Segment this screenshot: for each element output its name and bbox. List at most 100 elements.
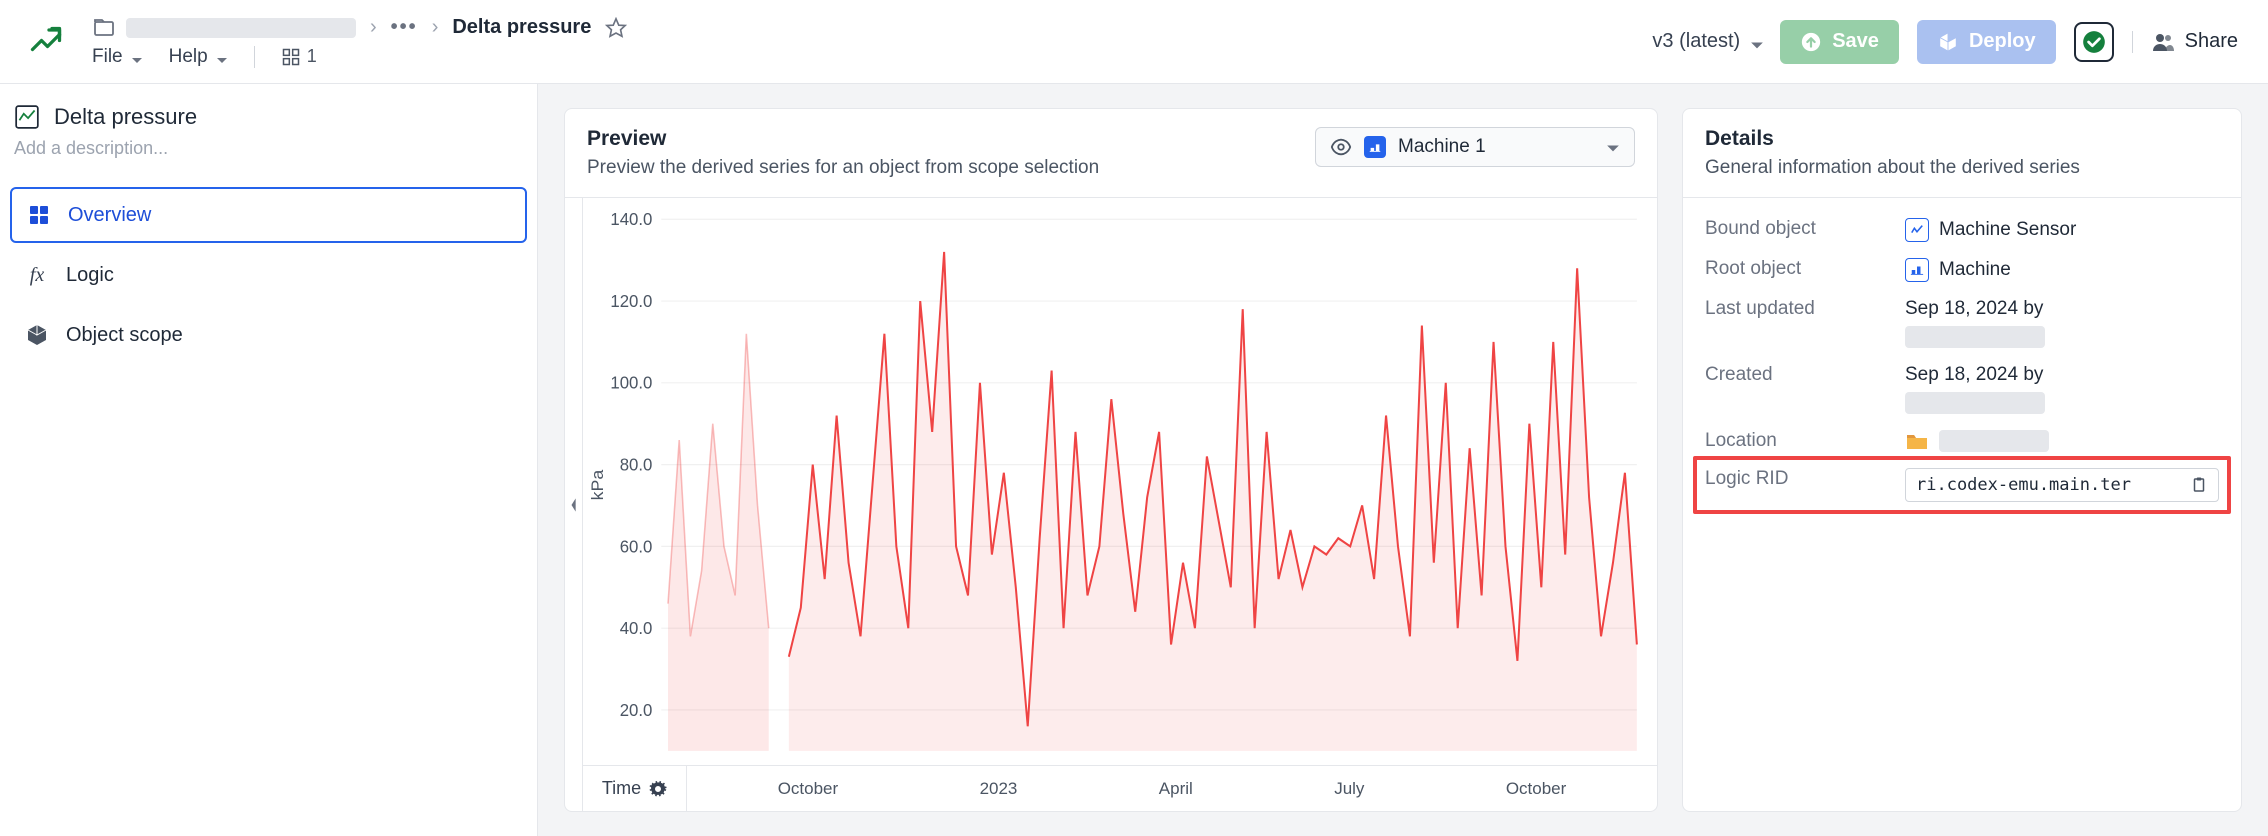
chevron-right-icon: › — [432, 16, 439, 39]
sidebar-item-label: Logic — [66, 264, 114, 287]
last-updated-text: Sep 18, 2024 by — [1905, 298, 2043, 320]
row-created: Created Sep 18, 2024 by — [1705, 364, 2219, 414]
row-logic-rid: Logic RID ri.codex-emu.main.ter — [1693, 456, 2231, 514]
top-bar: › ••• › Delta pressure File Help 1 — [0, 0, 2268, 84]
row-root-object: Root object Machine — [1705, 258, 2219, 282]
x-tick: October — [1506, 779, 1566, 799]
details-rows: Bound object Machine Sensor Root object … — [1683, 198, 2241, 522]
star-icon[interactable] — [605, 17, 627, 39]
svg-text:20.0: 20.0 — [620, 699, 653, 720]
origin-count-value: 1 — [307, 46, 317, 67]
sidebar: Delta pressure Add a description... Over… — [0, 84, 538, 836]
deploy-button[interactable]: Deploy — [1917, 20, 2056, 64]
row-last-updated: Last updated Sep 18, 2024 by — [1705, 298, 2219, 348]
sidebar-item-label: Object scope — [66, 324, 183, 347]
chart-footer: Time October 2023 April July October — [583, 765, 1657, 811]
folder-icon — [1905, 431, 1929, 451]
description-placeholder[interactable]: Add a description... — [0, 134, 537, 177]
cube-icon — [24, 322, 50, 348]
version-selector[interactable]: v3 (latest) — [1652, 30, 1762, 53]
sensor-type-icon — [1905, 218, 1929, 242]
sidebar-item-logic[interactable]: fx Logic — [10, 247, 527, 303]
logic-rid-text: ri.codex-emu.main.ter — [1916, 475, 2180, 495]
status-ok-button[interactable] — [2074, 22, 2114, 62]
details-header: Details General information about the de… — [1683, 109, 2241, 198]
breadcrumb-ellipsis[interactable]: ••• — [391, 16, 418, 39]
breadcrumb-root-redacted — [126, 18, 356, 38]
x-tick: July — [1334, 779, 1364, 799]
folder-icon — [92, 16, 116, 40]
origin-count[interactable]: 1 — [281, 46, 317, 67]
logic-rid-label: Logic RID — [1705, 468, 1885, 490]
chevron-down-icon — [1750, 36, 1762, 48]
preview-subtitle: Preview the derived series for an object… — [587, 157, 1099, 179]
upload-circle-icon — [1800, 31, 1822, 53]
bound-object-label: Bound object — [1705, 218, 1885, 240]
clipboard-icon[interactable] — [2190, 475, 2208, 495]
version-label: v3 (latest) — [1652, 30, 1740, 53]
chevron-down-icon — [131, 51, 143, 63]
chevron-down-icon — [1606, 140, 1620, 154]
scope-value: Machine 1 — [1398, 136, 1486, 158]
svg-text:80.0: 80.0 — [620, 454, 653, 475]
root-object-value[interactable]: Machine — [1905, 258, 2219, 282]
svg-text:60.0: 60.0 — [620, 536, 653, 557]
root-object-text: Machine — [1939, 259, 2011, 281]
row-bound-object: Bound object Machine Sensor — [1705, 218, 2219, 242]
svg-text:120.0: 120.0 — [610, 291, 652, 312]
people-icon — [2151, 30, 2175, 54]
file-menu-label: File — [92, 46, 123, 68]
check-circle-icon — [2081, 29, 2107, 55]
created-value: Sep 18, 2024 by — [1905, 364, 2219, 414]
last-updated-value: Sep 18, 2024 by — [1905, 298, 2219, 348]
preview-panel: Preview Preview the derived series for a… — [564, 108, 1658, 812]
chart-body: 20.040.060.080.0100.0120.0140.0kPa Time … — [583, 198, 1657, 811]
page-title: Delta pressure — [54, 104, 197, 130]
help-menu[interactable]: Help — [169, 46, 228, 68]
right-toolbar: v3 (latest) Save Deploy Share — [1652, 20, 2238, 64]
bound-object-value[interactable]: Machine Sensor — [1905, 218, 2219, 242]
gear-icon — [649, 780, 667, 798]
details-subtitle: General information about the derived se… — [1705, 157, 2219, 179]
x-tick: April — [1159, 779, 1193, 799]
sidebar-item-object-scope[interactable]: Object scope — [10, 307, 527, 363]
x-axis-ticks: October 2023 April July October — [687, 779, 1657, 799]
fx-icon: fx — [24, 262, 50, 288]
breadcrumb-title[interactable]: Delta pressure — [452, 16, 591, 39]
preview-header: Preview Preview the derived series for a… — [565, 109, 1657, 198]
location-label: Location — [1705, 430, 1885, 452]
main: Delta pressure Add a description... Over… — [0, 84, 2268, 836]
divider — [254, 46, 255, 68]
line-chart[interactable]: 20.040.060.080.0100.0120.0140.0kPa — [583, 198, 1657, 765]
divider — [2132, 31, 2133, 53]
deploy-label: Deploy — [1969, 30, 2036, 53]
x-tick: October — [778, 779, 838, 799]
share-button[interactable]: Share — [2151, 30, 2238, 54]
created-label: Created — [1705, 364, 1885, 386]
breadcrumb-zone: › ••• › Delta pressure File Help 1 — [92, 16, 2268, 68]
app-icon — [26, 22, 66, 62]
bound-object-text: Machine Sensor — [1939, 219, 2076, 241]
share-label: Share — [2185, 30, 2238, 53]
sidebar-header: Delta pressure — [0, 84, 537, 134]
time-axis-config[interactable]: Time — [583, 766, 687, 811]
sidebar-item-overview[interactable]: Overview — [10, 187, 527, 243]
save-label: Save — [1832, 30, 1879, 53]
series-icon — [14, 104, 40, 130]
x-tick: 2023 — [980, 779, 1018, 799]
chevron-right-icon: › — [370, 16, 377, 39]
location-redacted — [1939, 430, 2049, 452]
save-button[interactable]: Save — [1780, 20, 1899, 64]
collapse-handle[interactable] — [565, 198, 583, 811]
svg-text:140.0: 140.0 — [610, 209, 652, 230]
sidebar-item-label: Overview — [68, 204, 151, 227]
scope-selector[interactable]: Machine 1 — [1315, 127, 1635, 167]
last-updated-label: Last updated — [1705, 298, 1885, 320]
breadcrumb-root[interactable] — [92, 16, 356, 40]
file-menu[interactable]: File — [92, 46, 143, 68]
location-value[interactable] — [1905, 430, 2219, 452]
logic-rid-box[interactable]: ri.codex-emu.main.ter — [1905, 468, 2219, 502]
svg-text:40.0: 40.0 — [620, 618, 653, 639]
details-panel: Details General information about the de… — [1682, 108, 2242, 812]
app-icon-gutter — [0, 22, 92, 62]
